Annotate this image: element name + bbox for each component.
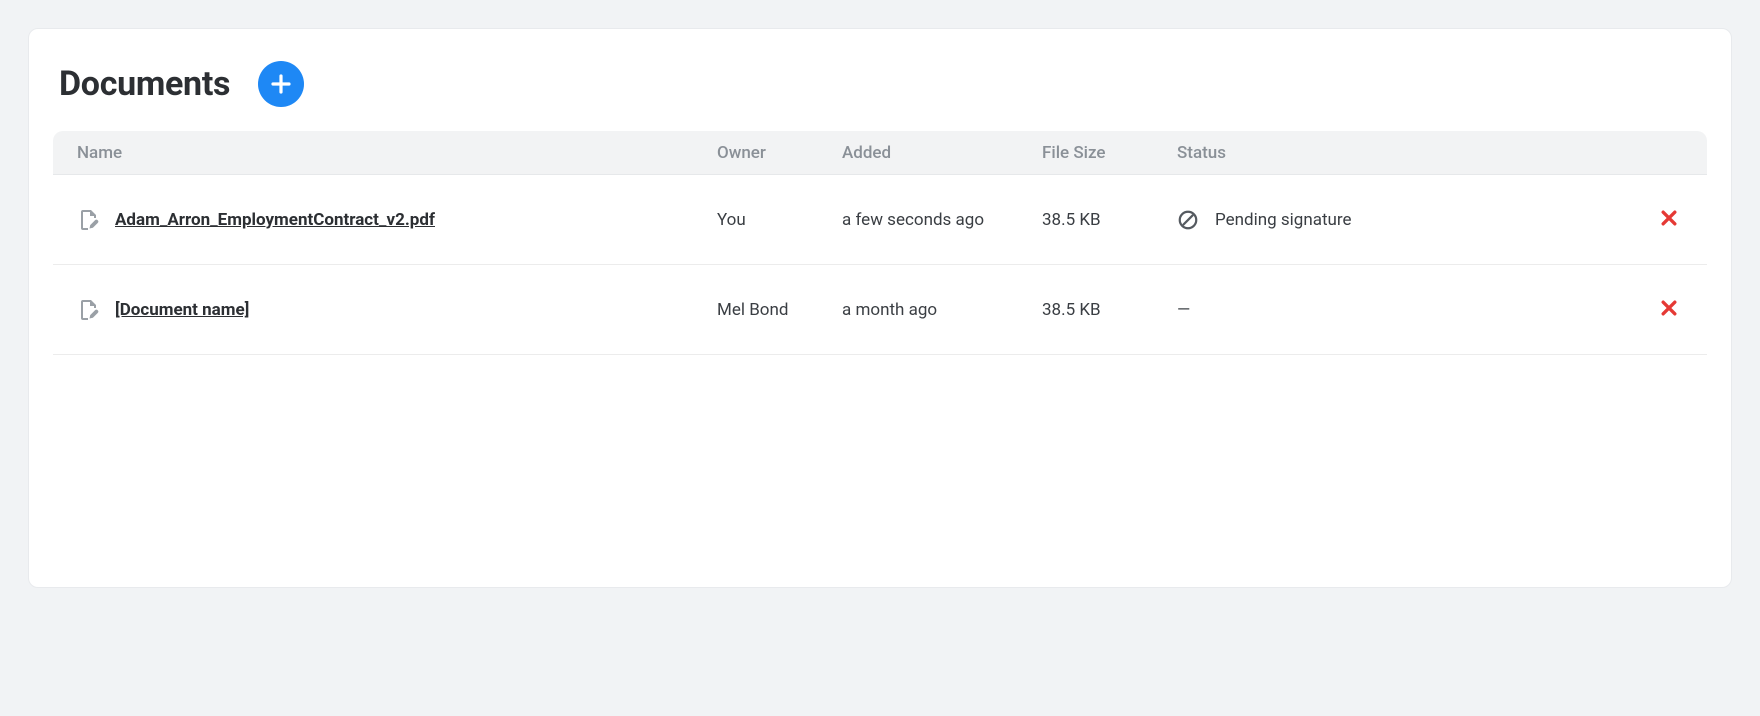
status-text: Pending signature xyxy=(1215,210,1352,230)
document-name-link[interactable]: Adam_Arron_EmploymentContract_v2.pdf xyxy=(115,210,435,230)
col-header-size: File Size xyxy=(1042,143,1177,163)
col-header-status: Status xyxy=(1177,143,1643,163)
cell-owner: Mel Bond xyxy=(717,300,842,320)
cell-size: 38.5 KB xyxy=(1042,210,1177,230)
delete-button[interactable] xyxy=(1655,294,1683,325)
table-row: Adam_Arron_EmploymentContract_v2.pdf You… xyxy=(53,175,1707,265)
col-header-added: Added xyxy=(842,143,1042,163)
documents-card: Documents Name Owner Added File Size Sta… xyxy=(28,28,1732,588)
cell-added: a month ago xyxy=(842,300,1042,320)
page-title: Documents xyxy=(59,64,230,104)
cell-status: Pending signature xyxy=(1177,209,1643,231)
cell-added: a few seconds ago xyxy=(842,210,1042,230)
delete-button[interactable] xyxy=(1655,204,1683,235)
table-row: [Document name] Mel Bond a month ago 38.… xyxy=(53,265,1707,355)
cell-status: — xyxy=(1177,300,1643,320)
close-icon xyxy=(1659,298,1679,318)
pending-icon xyxy=(1177,209,1199,231)
table-header: Name Owner Added File Size Status xyxy=(53,131,1707,175)
card-header: Documents xyxy=(29,53,1731,131)
col-header-owner: Owner xyxy=(717,143,842,163)
col-header-name: Name xyxy=(77,143,717,163)
close-icon xyxy=(1659,208,1679,228)
plus-icon xyxy=(269,72,293,96)
add-document-button[interactable] xyxy=(258,61,304,107)
documents-table: Name Owner Added File Size Status Adam_A… xyxy=(53,131,1707,355)
cell-size: 38.5 KB xyxy=(1042,300,1177,320)
document-name-link[interactable]: [Document name] xyxy=(115,300,249,320)
cell-owner: You xyxy=(717,210,842,230)
document-sign-icon xyxy=(77,208,101,232)
status-text: — xyxy=(1177,300,1192,320)
document-sign-icon xyxy=(77,298,101,322)
